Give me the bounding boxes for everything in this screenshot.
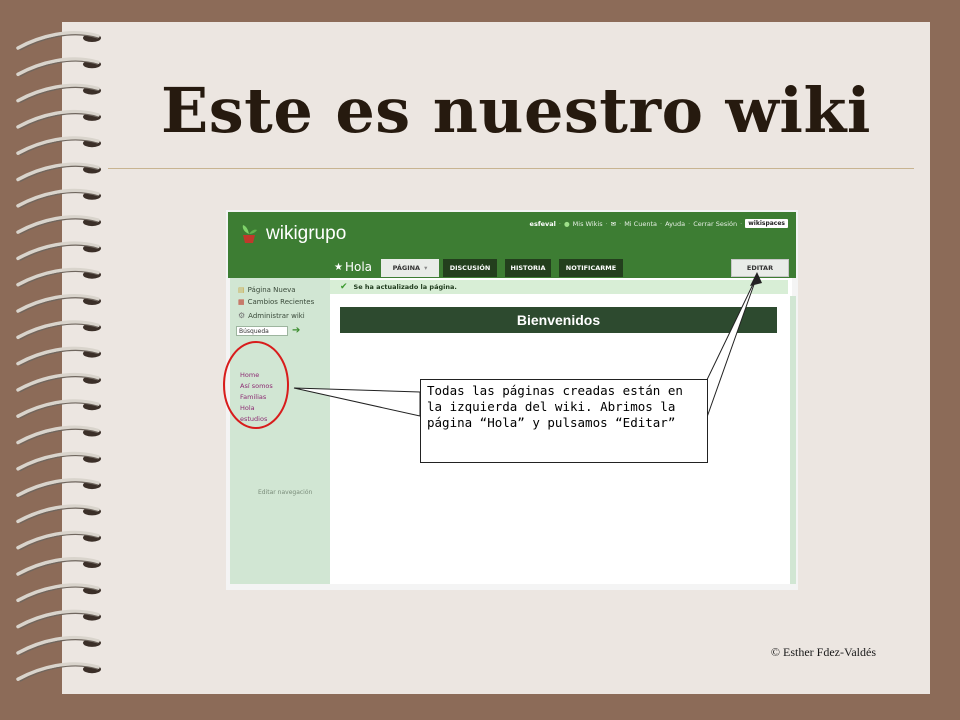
- new-page-icon: ▤: [238, 286, 245, 294]
- copyright-text: © Esther Fdez-Valdés: [770, 645, 876, 659]
- wikispaces-logo[interactable]: wikispaces: [745, 219, 788, 228]
- mail-icon[interactable]: ✉: [611, 220, 616, 228]
- search-go-arrow-icon[interactable]: ➔: [292, 325, 300, 336]
- logout-link[interactable]: Cerrar Sesión: [693, 220, 737, 228]
- help-link[interactable]: Ayuda: [665, 220, 685, 228]
- right-margin-bar: [790, 296, 796, 584]
- page-name: ★ Hola: [334, 260, 372, 274]
- tab-discussion[interactable]: DISCUSIÓN: [443, 259, 497, 277]
- tab-history[interactable]: HISTORIA: [505, 259, 551, 277]
- checkmark-icon: ✔: [340, 282, 348, 292]
- title-divider: [108, 168, 914, 169]
- plant-icon: [242, 225, 257, 243]
- edit-navigation-link[interactable]: Editar navegación: [258, 489, 312, 496]
- nav-item-asi-somos[interactable]: Así somos: [240, 382, 273, 390]
- wiki-sidebar: ▤ Página Nueva ▦ Cambios Recientes ⚙ Adm…: [230, 278, 330, 584]
- search-input[interactable]: Búsqueda: [236, 326, 288, 336]
- wiki-header: wikigrupo esfeval · ● Mis Wikis · ✉ · Mi…: [228, 212, 796, 278]
- tab-page[interactable]: PÁGINA ▾: [381, 259, 439, 277]
- new-page-link[interactable]: ▤ Página Nueva: [238, 286, 296, 294]
- gear-icon: ⚙: [238, 311, 246, 320]
- slide-title: Este es nuestro wiki: [161, 74, 871, 147]
- edit-button[interactable]: EDITAR: [731, 259, 789, 277]
- spiral-binding: [0, 0, 101, 720]
- my-account-link[interactable]: Mi Cuenta: [624, 220, 657, 228]
- welcome-heading: Bienvenidos: [340, 307, 777, 333]
- top-links: esfeval · ● Mis Wikis · ✉ · Mi Cuenta · …: [530, 219, 788, 228]
- nav-item-home[interactable]: Home: [240, 371, 259, 379]
- nav-item-familias[interactable]: Familias: [240, 393, 266, 401]
- star-icon[interactable]: ★: [334, 262, 343, 273]
- page-name-label: Hola: [344, 260, 373, 274]
- nav-item-hola[interactable]: Hola: [240, 404, 255, 412]
- tab-notify[interactable]: NOTIFICARME: [559, 259, 623, 277]
- manage-wiki-link[interactable]: ⚙ Administrar wiki: [238, 311, 305, 320]
- username-link[interactable]: esfeval: [530, 220, 556, 228]
- globe-icon: ●: [564, 219, 570, 228]
- calendar-icon: ▦: [238, 298, 245, 306]
- my-wikis-link[interactable]: Mis Wikis: [573, 220, 603, 228]
- update-notice: ✔ Se ha actualizado la página.: [330, 280, 788, 294]
- wiki-brand-name: wikigrupo: [266, 223, 347, 244]
- wiki-logo[interactable]: wikigrupo: [240, 223, 346, 245]
- chevron-down-icon: ▾: [424, 264, 428, 272]
- recent-changes-link[interactable]: ▦ Cambios Recientes: [238, 298, 314, 306]
- nav-item-estudios[interactable]: estudios: [240, 415, 267, 423]
- callout-box: Todas las páginas creadas están en la iz…: [420, 379, 708, 463]
